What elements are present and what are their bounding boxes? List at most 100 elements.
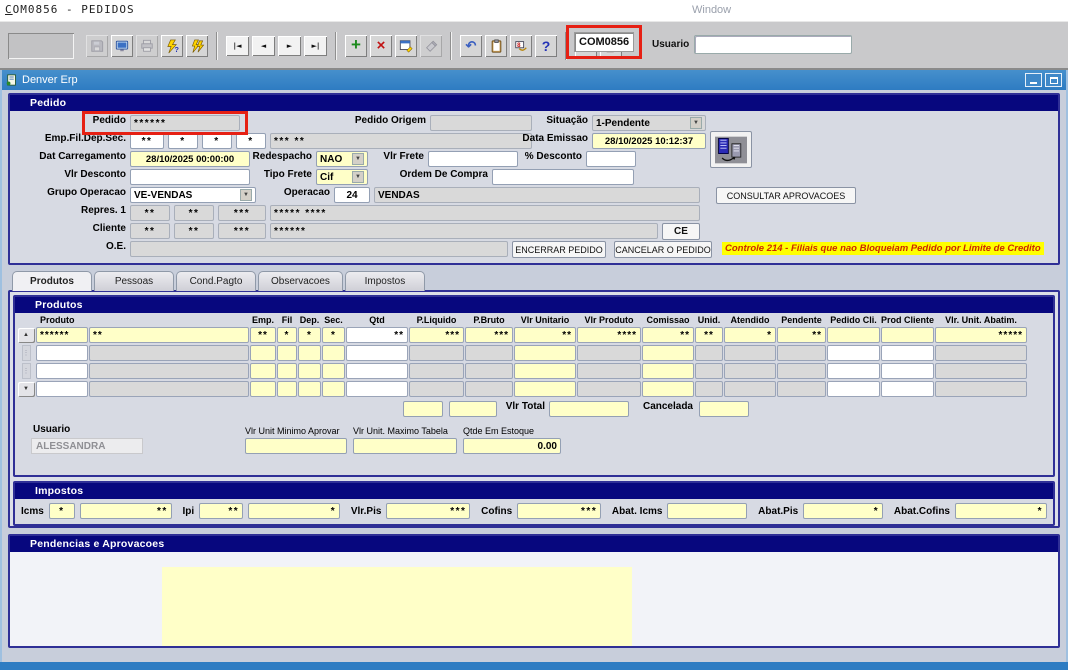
produtos-cell-p-liquido[interactable] [409, 345, 464, 361]
program-code-field[interactable]: COM0856 [574, 32, 634, 52]
vlr-unit-maximo-field[interactable] [353, 438, 457, 454]
produtos-cell-prod-cliente[interactable] [881, 363, 934, 379]
produtos-cell-comissao[interactable] [642, 381, 694, 397]
nav-first-icon[interactable]: |◄ [226, 36, 249, 56]
produtos-cell-codigo[interactable]: ****** [36, 327, 88, 343]
produtos-cell-sec[interactable] [322, 381, 345, 397]
row-selector-track[interactable]: ⋮ [22, 345, 31, 361]
produtos-cell-p-liquido[interactable]: *** [409, 327, 464, 343]
produtos-cell-codigo[interactable] [36, 363, 88, 379]
produtos-cell-descricao[interactable]: ** [89, 327, 249, 343]
nav-next-icon[interactable]: ► [278, 36, 301, 56]
chevron-down-icon[interactable]: ▼ [352, 171, 364, 183]
execute-query-icon[interactable] [186, 35, 208, 57]
produtos-cell-atendido[interactable]: * [724, 327, 776, 343]
chevron-down-icon[interactable]: ▼ [352, 153, 364, 165]
scroll-down-icon[interactable]: ▼ [18, 382, 35, 397]
tipo-frete-dropdown[interactable]: Cif▼ [316, 169, 368, 185]
edit-record-icon[interactable] [395, 35, 417, 57]
produtos-cell-p-liquido[interactable] [409, 363, 464, 379]
chevron-down-icon[interactable]: ▼ [240, 189, 252, 201]
produtos-cell-vlr-produto[interactable] [577, 345, 641, 361]
produtos-cell-pedido-cli[interactable] [827, 363, 880, 379]
vlr-frete-field[interactable] [428, 151, 518, 167]
total-aux1-field[interactable] [403, 401, 443, 417]
produtos-cell-vlr-produto[interactable] [577, 381, 641, 397]
save-icon[interactable] [86, 35, 108, 57]
produtos-cell-prod-cliente[interactable] [881, 381, 934, 397]
clipboard-icon[interactable] [485, 35, 507, 57]
situacao-dropdown[interactable]: 1-Pendente▼ [592, 115, 706, 131]
produtos-cell-emp[interactable] [250, 381, 276, 397]
ipi-valor-field[interactable]: * [248, 503, 340, 519]
print-icon[interactable] [136, 35, 158, 57]
cliente-f2[interactable]: ** [174, 223, 214, 239]
produtos-cell-dep[interactable] [298, 345, 321, 361]
cancelar-pedido-button[interactable]: CANCELAR O PEDIDO [614, 241, 712, 258]
grupo-operacao-dropdown[interactable]: VE-VENDAS▼ [130, 187, 256, 203]
clear-record-icon[interactable] [420, 35, 442, 57]
window-menu[interactable]: Window [692, 4, 731, 16]
produtos-cell-p-bruto[interactable] [465, 345, 513, 361]
produtos-cell-vlr-unitario[interactable] [514, 345, 576, 361]
abat-icms-field[interactable] [667, 503, 747, 519]
produtos-cell-descricao[interactable] [89, 381, 249, 397]
produtos-cell-qtd[interactable]: ** [346, 327, 408, 343]
produtos-cell-vlr-unitario[interactable] [514, 363, 576, 379]
produtos-cell-codigo[interactable] [36, 345, 88, 361]
dep-field[interactable]: * [202, 133, 232, 149]
produtos-cell-descricao[interactable] [89, 363, 249, 379]
vlr-pis-field[interactable]: *** [386, 503, 470, 519]
produtos-cell-p-bruto[interactable] [465, 363, 513, 379]
produtos-cell-qtd[interactable] [346, 381, 408, 397]
produtos-cell-unid[interactable]: ** [695, 327, 723, 343]
cliente-f3[interactable]: *** [218, 223, 266, 239]
emp-field[interactable]: ** [130, 133, 164, 149]
produtos-cell-atendido[interactable] [724, 381, 776, 397]
produtos-cell-pendente[interactable] [777, 381, 826, 397]
produtos-cell-vlr-unit-abatim[interactable] [935, 381, 1027, 397]
tab-produtos[interactable]: Produtos [12, 271, 92, 291]
delete-record-icon[interactable]: × [370, 35, 392, 57]
produtos-cell-dep[interactable]: * [298, 327, 321, 343]
maximize-button[interactable] [1045, 73, 1062, 87]
tab-pessoas[interactable]: Pessoas [94, 271, 174, 291]
produtos-cell-p-liquido[interactable] [409, 381, 464, 397]
abat-cofins-field[interactable]: * [955, 503, 1047, 519]
books-transfer-button[interactable] [710, 131, 752, 168]
produtos-cell-atendido[interactable] [724, 363, 776, 379]
produtos-cell-fil[interactable] [277, 381, 297, 397]
produtos-cell-pedido-cli[interactable] [827, 327, 880, 343]
produtos-cell-vlr-produto[interactable]: **** [577, 327, 641, 343]
nav-last-icon[interactable]: ►| [304, 36, 327, 56]
post-icon[interactable]: 8 [510, 35, 532, 57]
produtos-cell-vlr-unit-abatim[interactable] [935, 345, 1027, 361]
minimize-button[interactable] [1025, 73, 1042, 87]
produtos-cell-descricao[interactable] [89, 345, 249, 361]
produtos-cell-emp[interactable] [250, 363, 276, 379]
produtos-cell-unid[interactable] [695, 345, 723, 361]
encerrar-pedido-button[interactable]: ENCERRAR PEDIDO [512, 241, 606, 258]
tab-impostos[interactable]: Impostos [345, 271, 425, 291]
insert-record-icon[interactable]: + [345, 35, 367, 57]
cofins-field[interactable]: *** [517, 503, 601, 519]
row-selector-track[interactable]: ⋮ [22, 363, 31, 379]
cliente-f1[interactable]: ** [130, 223, 170, 239]
produtos-cell-sec[interactable] [322, 345, 345, 361]
produtos-cell-pedido-cli[interactable] [827, 381, 880, 397]
data-emissao-field[interactable]: 28/10/2025 10:12:37 [592, 133, 706, 149]
ordem-de-compra-field[interactable] [492, 169, 634, 185]
redespacho-dropdown[interactable]: NAO▼ [316, 151, 368, 167]
produtos-cell-vlr-unitario[interactable]: ** [514, 327, 576, 343]
undo-icon[interactable]: ↶ [460, 35, 482, 57]
icms-pct-field[interactable]: * [49, 503, 75, 519]
produtos-cell-p-bruto[interactable]: *** [465, 327, 513, 343]
pct-desconto-field[interactable] [586, 151, 636, 167]
cancelada-field[interactable] [699, 401, 749, 417]
sec-field[interactable]: * [236, 133, 266, 149]
ipi-pct-field[interactable]: ** [199, 503, 243, 519]
tab-observacoes[interactable]: Observacoes [258, 271, 343, 291]
produtos-cell-unid[interactable] [695, 381, 723, 397]
ce-button[interactable]: CE [662, 223, 700, 240]
scroll-up-icon[interactable]: ▲ [18, 328, 35, 343]
